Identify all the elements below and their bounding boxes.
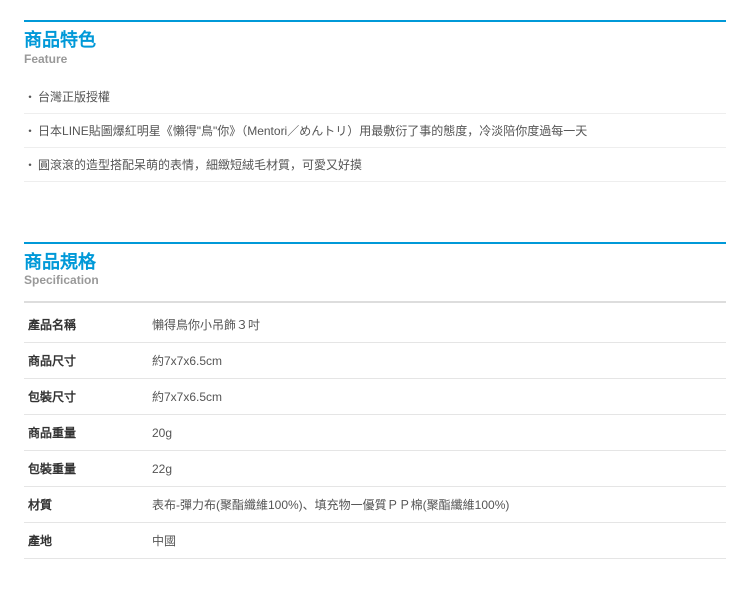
table-row: 材質 表布-彈力布(聚酯纖維100%)、填充物一優質ＰＰ棉(聚酯纖維100%) <box>24 487 726 523</box>
spec-value: 22g <box>148 451 726 487</box>
table-row: 商品尺寸 約7x7x6.5cm <box>24 343 726 379</box>
spec-value: 中國 <box>148 523 726 559</box>
feature-item: 台灣正版授權 <box>24 80 726 114</box>
feature-list: 台灣正版授權 日本LINE貼圖爆紅明星《懶得"鳥"你》（Mentori／めんトリ… <box>24 80 726 182</box>
spec-label: 包裝重量 <box>24 451 148 487</box>
spec-title: 商品規格 <box>24 248 726 274</box>
feature-item: 日本LINE貼圖爆紅明星《懶得"鳥"你》（Mentori／めんトリ）用最敷衍了事… <box>24 114 726 148</box>
spec-value: 20g <box>148 415 726 451</box>
table-row: 包裝尺寸 約7x7x6.5cm <box>24 379 726 415</box>
spec-value: 約7x7x6.5cm <box>148 379 726 415</box>
spec-label: 商品尺寸 <box>24 343 148 379</box>
spec-value: 約7x7x6.5cm <box>148 343 726 379</box>
spec-top-rule <box>24 242 726 244</box>
spec-divider <box>24 301 726 303</box>
table-row: 包裝重量 22g <box>24 451 726 487</box>
spec-label: 材質 <box>24 487 148 523</box>
table-row: 商品重量 20g <box>24 415 726 451</box>
feature-item: 圓滾滾的造型搭配呆萌的表情，細緻短絨毛材質，可愛又好摸 <box>24 148 726 182</box>
feature-subtitle: Feature <box>24 52 726 66</box>
spec-value: 表布-彈力布(聚酯纖維100%)、填充物一優質ＰＰ棉(聚酯纖維100%) <box>148 487 726 523</box>
feature-top-rule <box>24 20 726 22</box>
table-row: 產地 中國 <box>24 523 726 559</box>
spec-label: 包裝尺寸 <box>24 379 148 415</box>
spec-subtitle: Specification <box>24 273 726 287</box>
table-row: 產品名稱 懶得鳥你小吊飾３吋 <box>24 307 726 343</box>
spec-label: 商品重量 <box>24 415 148 451</box>
spec-label: 產地 <box>24 523 148 559</box>
feature-title: 商品特色 <box>24 26 726 52</box>
spec-value: 懶得鳥你小吊飾３吋 <box>148 307 726 343</box>
spec-label: 產品名稱 <box>24 307 148 343</box>
spec-table: 產品名稱 懶得鳥你小吊飾３吋 商品尺寸 約7x7x6.5cm 包裝尺寸 約7x7… <box>24 307 726 559</box>
